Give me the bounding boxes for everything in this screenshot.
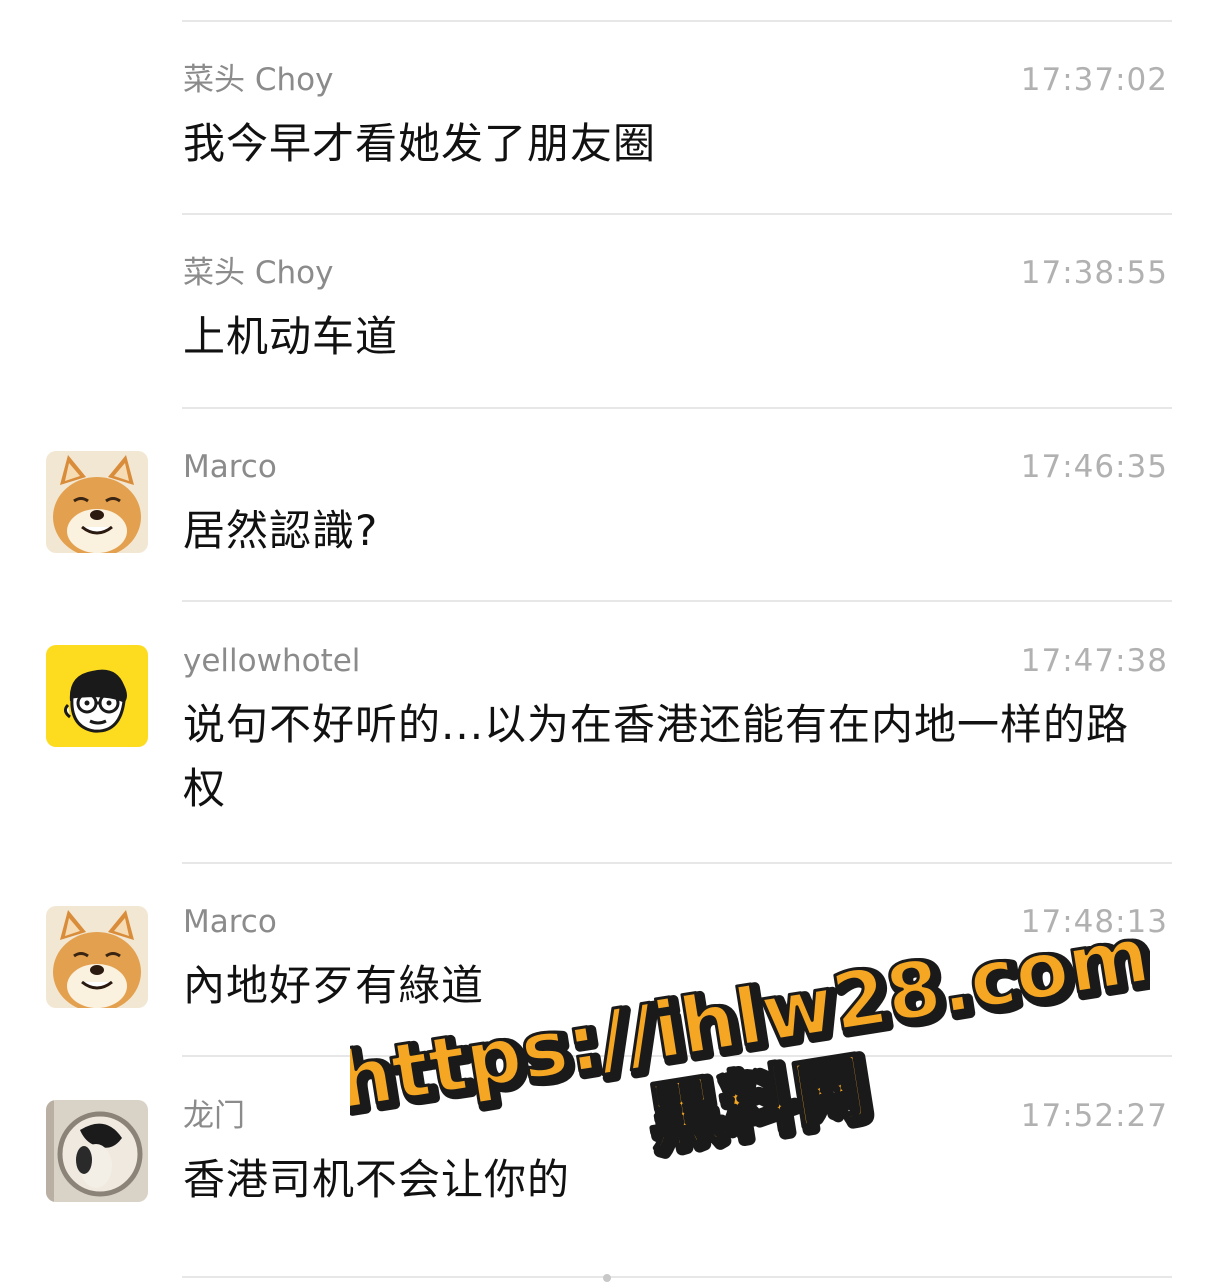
shiba-dog-icon: [46, 451, 148, 553]
message-text[interactable]: 內地好歹有綠道: [183, 954, 1158, 1018]
message-timestamp: 17:37:02: [1020, 62, 1168, 98]
divider: [182, 862, 1172, 864]
sender-name[interactable]: 菜头 Choy: [183, 60, 333, 100]
scroll-indicator: [603, 1274, 611, 1282]
round-mirror-photo-icon: [46, 1100, 148, 1202]
cartoon-face-with-glasses-avatar[interactable]: [46, 645, 148, 747]
divider: [182, 600, 1172, 602]
sender-name[interactable]: yellowhotel: [183, 641, 360, 681]
shiba-dog-avatar[interactable]: [46, 451, 148, 553]
divider: [182, 20, 1172, 22]
message-timestamp: 17:47:38: [1020, 643, 1168, 679]
message-timestamp: 17:48:13: [1020, 904, 1168, 940]
message-text[interactable]: 说句不好听的...以为在香港还能有在内地一样的路权: [183, 693, 1158, 821]
divider: [182, 213, 1172, 215]
message-timestamp: 17:46:35: [1020, 449, 1168, 485]
sender-name[interactable]: 龙门: [183, 1096, 245, 1136]
cartoon-face-icon: [46, 645, 148, 747]
divider: [182, 407, 1172, 409]
sender-name[interactable]: Marco: [183, 902, 277, 942]
message-text[interactable]: 居然認識?: [183, 499, 1158, 563]
divider: [182, 1276, 1172, 1278]
sender-name[interactable]: 菜头 Choy: [183, 253, 333, 293]
message-text[interactable]: 香港司机不会让你的: [183, 1148, 1158, 1212]
message-text[interactable]: 上机动车道: [183, 305, 1158, 369]
message-timestamp: 17:52:27: [1020, 1098, 1168, 1134]
chat-message-list: 菜头 Choy 17:37:02 我今早才看她发了朋友圈 菜头 Choy 17:…: [0, 0, 1217, 1282]
sender-name[interactable]: Marco: [183, 447, 277, 487]
message-timestamp: 17:38:55: [1020, 255, 1168, 291]
divider: [182, 1055, 1172, 1057]
round-mirror-photo-avatar[interactable]: [46, 1100, 148, 1202]
shiba-dog-icon: [46, 906, 148, 1008]
message-text[interactable]: 我今早才看她发了朋友圈: [183, 112, 1158, 176]
shiba-dog-avatar[interactable]: [46, 906, 148, 1008]
